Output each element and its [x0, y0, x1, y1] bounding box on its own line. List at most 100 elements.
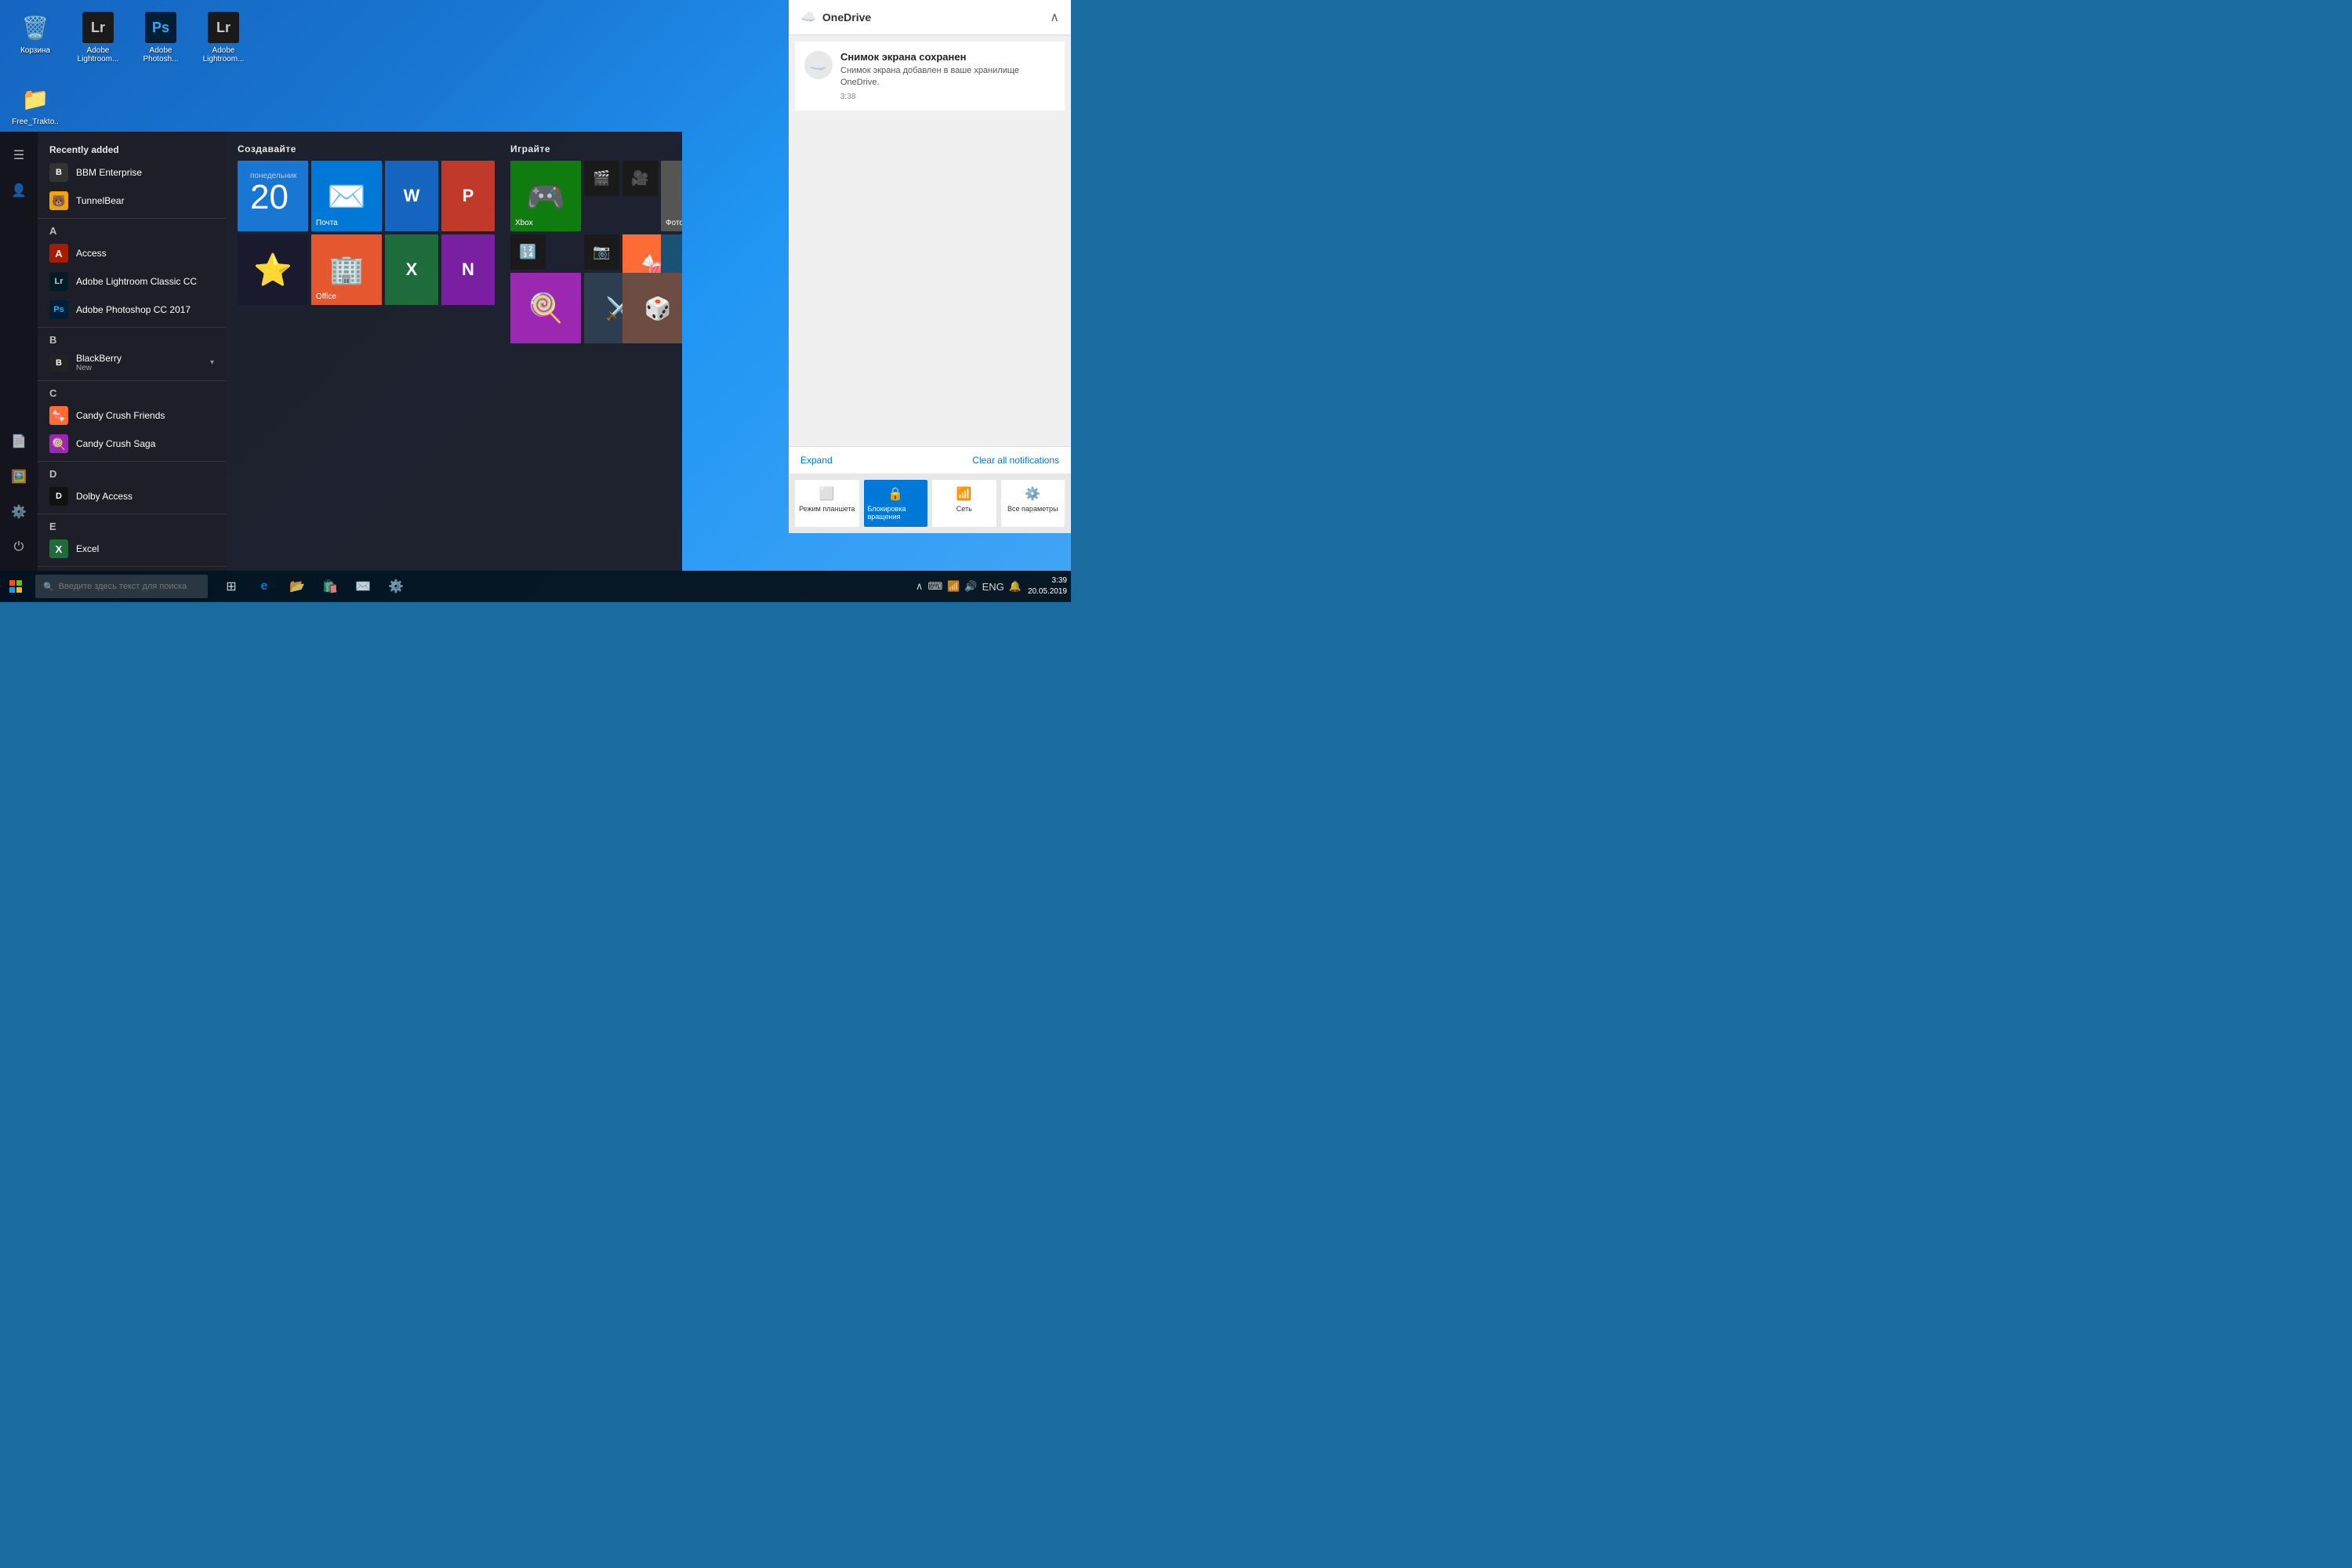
- search-input[interactable]: [59, 582, 200, 591]
- tile-onenote[interactable]: N: [441, 234, 495, 305]
- applist-item-access[interactable]: A Access: [38, 239, 226, 267]
- tile-excel-small[interactable]: X: [385, 234, 438, 305]
- bbm-icon: B: [49, 163, 68, 182]
- tablet-mode-icon: ⬜: [819, 486, 835, 502]
- tile-video[interactable]: 🎬: [584, 161, 619, 196]
- applist-item-tunnelbear[interactable]: 🐻 TunnelBear: [38, 187, 226, 215]
- letter-a: A: [38, 218, 226, 239]
- sidebar-power[interactable]: ⏻: [3, 532, 34, 563]
- tile-mail[interactable]: ✉️ Почта: [311, 161, 382, 231]
- notification-header: ☁️ OneDrive ∧: [789, 0, 1071, 35]
- tile-photos[interactable]: 🏔️ Фотограф...: [661, 161, 682, 231]
- app-list: Recently added B BBM Enterprise 🐻 Tunnel…: [38, 132, 226, 571]
- start-button[interactable]: [0, 571, 31, 602]
- settings-icon: ⚙️: [1025, 486, 1040, 502]
- task-view-icon[interactable]: ⊞: [216, 571, 247, 602]
- candy-friends-icon: 🍬: [49, 406, 68, 425]
- tile-goodgame[interactable]: 🎲: [622, 273, 682, 343]
- access-icon: A: [49, 244, 68, 263]
- taskbar: 🔍 ⊞ e 📂 🛍️ ✉️ ⚙️ ∧ ⌨ 📶 🔊 ENG 🔔 3:39 20.0…: [0, 571, 1071, 602]
- edge-taskbar-icon[interactable]: e: [249, 571, 280, 602]
- start-menu: ☰ 👤 📄 🖼️ ⚙️ ⏻ Recently added B BBM Enter…: [0, 132, 682, 571]
- desktop-icon-recycle[interactable]: 🗑️ Корзина: [8, 8, 63, 67]
- sidebar-settings[interactable]: ⚙️: [3, 496, 34, 528]
- action-network[interactable]: 📶 Сеть: [932, 480, 996, 527]
- photoshop-icon: Ps: [49, 300, 68, 319]
- notification-card: ☁️ Снимок экрана сохранен Снимок экрана …: [795, 42, 1065, 111]
- sidebar-user[interactable]: 👤: [3, 175, 34, 206]
- blackberry-icon: B: [49, 354, 68, 372]
- applist-item-candy-saga[interactable]: 🍭 Candy Crush Saga: [38, 430, 226, 458]
- notification-footer: Expand Clear all notifications: [789, 446, 1071, 474]
- letter-c: C: [38, 380, 226, 401]
- notification-card-icon: ☁️: [804, 51, 833, 79]
- tile-office[interactable]: 🏢 Office: [311, 234, 382, 305]
- folder-taskbar-icon[interactable]: 📂: [281, 571, 313, 602]
- applist-item-photoshop[interactable]: Ps Adobe Photoshop CC 2017: [38, 296, 226, 324]
- taskbar-sys-icons: ∧ ⌨ 📶 🔊 ENG 🔔: [916, 580, 1022, 593]
- notification-card-title: Снимок экрана сохранен: [840, 51, 1055, 63]
- volume-icon[interactable]: 🔊: [964, 580, 977, 593]
- sidebar-hamburger[interactable]: ☰: [3, 140, 34, 171]
- letter-b: B: [38, 327, 226, 348]
- clear-all-button[interactable]: Clear all notifications: [972, 455, 1059, 466]
- tile-webcam[interactable]: 📷: [584, 234, 619, 270]
- lightroom-icon: Lr: [49, 272, 68, 291]
- tiles-area: Создавайте понедельник 20 ✉️ Почта: [226, 132, 682, 571]
- tile-powerpoint[interactable]: P: [441, 161, 495, 231]
- start-sidebar: ☰ 👤 📄 🖼️ ⚙️ ⏻: [0, 132, 38, 571]
- onedrive-icon: ☁️: [800, 9, 816, 25]
- tile-candy-saga-play[interactable]: 🍭: [510, 273, 581, 343]
- tile-word[interactable]: W: [385, 161, 438, 231]
- notification-bell-icon[interactable]: 🔔: [1009, 580, 1022, 593]
- desktop-icon-lr2[interactable]: Lr Adobe Lightroom...: [196, 8, 251, 67]
- sidebar-documents[interactable]: 📄: [3, 426, 34, 457]
- tile-mypeople[interactable]: ⭐: [238, 234, 308, 305]
- tile-xbox[interactable]: 🎮 Xbox: [510, 161, 581, 231]
- network-icon: 📶: [956, 486, 972, 502]
- notification-card-time: 3:38: [840, 93, 1055, 101]
- tile-calendar[interactable]: понедельник 20: [238, 161, 308, 231]
- action-rotation-lock[interactable]: 🔒 Блокировка вращения: [864, 480, 928, 527]
- settings-taskbar-icon[interactable]: ⚙️: [380, 571, 412, 602]
- applist-item-lightroom[interactable]: Lr Adobe Lightroom Classic CC: [38, 267, 226, 296]
- action-tablet-mode[interactable]: ⬜ Режим планшета: [795, 480, 859, 527]
- applist-item-blackberry[interactable]: B BlackBerry New ▾: [38, 348, 226, 377]
- applist-item-candy-friends[interactable]: 🍬 Candy Crush Friends: [38, 401, 226, 430]
- notification-close-icon[interactable]: ∧: [1050, 9, 1059, 25]
- applist-item-excel[interactable]: X Excel: [38, 535, 226, 563]
- keyboard-icon[interactable]: ⌨: [927, 580, 942, 593]
- taskbar-right: ∧ ⌨ 📶 🔊 ENG 🔔 3:39 20.05.2019: [916, 575, 1071, 597]
- letter-d: D: [38, 461, 226, 482]
- recently-added-header: Recently added: [38, 140, 226, 158]
- chevron-up-icon[interactable]: ∧: [916, 580, 924, 593]
- tile-calc[interactable]: 🔢: [510, 234, 546, 270]
- excel-icon: X: [49, 539, 68, 558]
- search-box[interactable]: 🔍: [35, 575, 208, 598]
- mail-taskbar-icon[interactable]: ✉️: [347, 571, 379, 602]
- expand-button[interactable]: Expand: [800, 455, 833, 466]
- applist-item-dolby[interactable]: D Dolby Access: [38, 482, 226, 510]
- notification-card-body: Снимок экрана добавлен в ваше хранилище …: [840, 65, 1055, 89]
- notification-actions: ⬜ Режим планшета 🔒 Блокировка вращения 📶…: [789, 474, 1071, 533]
- create-section: Создавайте понедельник 20 ✉️ Почта: [238, 143, 495, 526]
- letter-e: E: [38, 514, 226, 535]
- network-taskbar-icon[interactable]: 📶: [947, 580, 960, 593]
- action-all-settings[interactable]: ⚙️ Все параметры: [1001, 480, 1065, 527]
- notification-title: OneDrive: [822, 11, 871, 24]
- desktop-icon-folder1[interactable]: 📁 Free_Trakto...: [8, 79, 63, 139]
- taskbar-time: 3:39 20.05.2019: [1028, 575, 1067, 597]
- rotation-lock-icon: 🔒: [887, 486, 903, 502]
- sidebar-pictures[interactable]: 🖼️: [3, 461, 34, 492]
- language-label[interactable]: ENG: [982, 581, 1004, 593]
- tile-camera[interactable]: 🎥: [622, 161, 658, 196]
- notification-panel: ☁️ OneDrive ∧ ☁️ Снимок экрана сохранен …: [789, 0, 1071, 533]
- desktop-icon-ps[interactable]: Ps Adobe Photosh...: [133, 8, 188, 67]
- search-icon: 🔍: [43, 582, 54, 592]
- dolby-icon: D: [49, 487, 68, 506]
- desktop: 🗑️ Корзина Lr Adobe Lightroom... Ps Adob…: [0, 0, 1071, 602]
- applist-item-bbm[interactable]: B BBM Enterprise: [38, 158, 226, 187]
- play-section: Играйте 🎮 Xbox 🎬 🎥: [510, 143, 682, 526]
- store-taskbar-icon[interactable]: 🛍️: [314, 571, 346, 602]
- desktop-icon-lr1[interactable]: Lr Adobe Lightroom...: [71, 8, 125, 67]
